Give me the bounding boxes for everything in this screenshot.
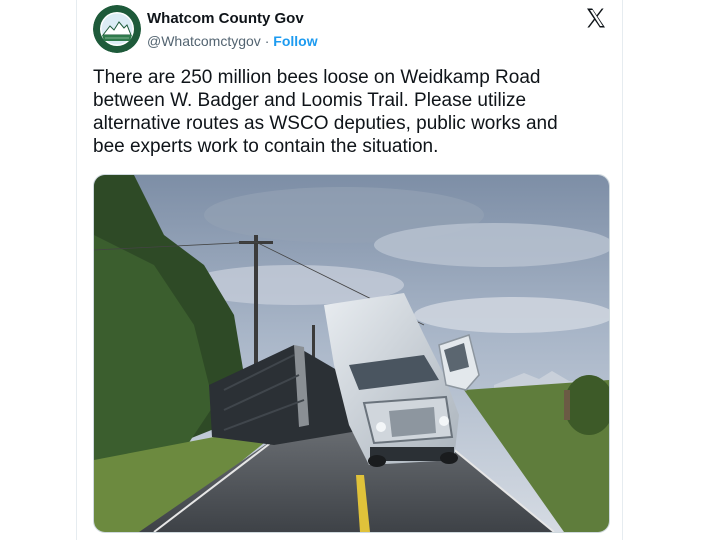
x-logo-icon[interactable] xyxy=(584,6,608,30)
tweet-card: Whatcom County Gov @Whatcomctygov · Foll… xyxy=(76,0,623,540)
county-seal-icon xyxy=(93,5,141,53)
tweet-header: Whatcom County Gov @Whatcomctygov · Foll… xyxy=(77,0,622,60)
avatar[interactable] xyxy=(93,5,141,53)
overturned-truck-photo xyxy=(94,175,609,532)
account-handle[interactable]: @Whatcomctygov xyxy=(147,33,261,49)
display-name[interactable]: Whatcom County Gov xyxy=(147,10,318,28)
handle-separator: · xyxy=(260,33,274,49)
tweet-text: There are 250 million bees loose on Weid… xyxy=(93,67,558,157)
account-names: Whatcom County Gov @Whatcomctygov · Foll… xyxy=(147,10,318,51)
tweet-photo[interactable] xyxy=(93,174,610,533)
handle-line: @Whatcomctygov · Follow xyxy=(147,31,318,51)
follow-button[interactable]: Follow xyxy=(273,33,317,49)
